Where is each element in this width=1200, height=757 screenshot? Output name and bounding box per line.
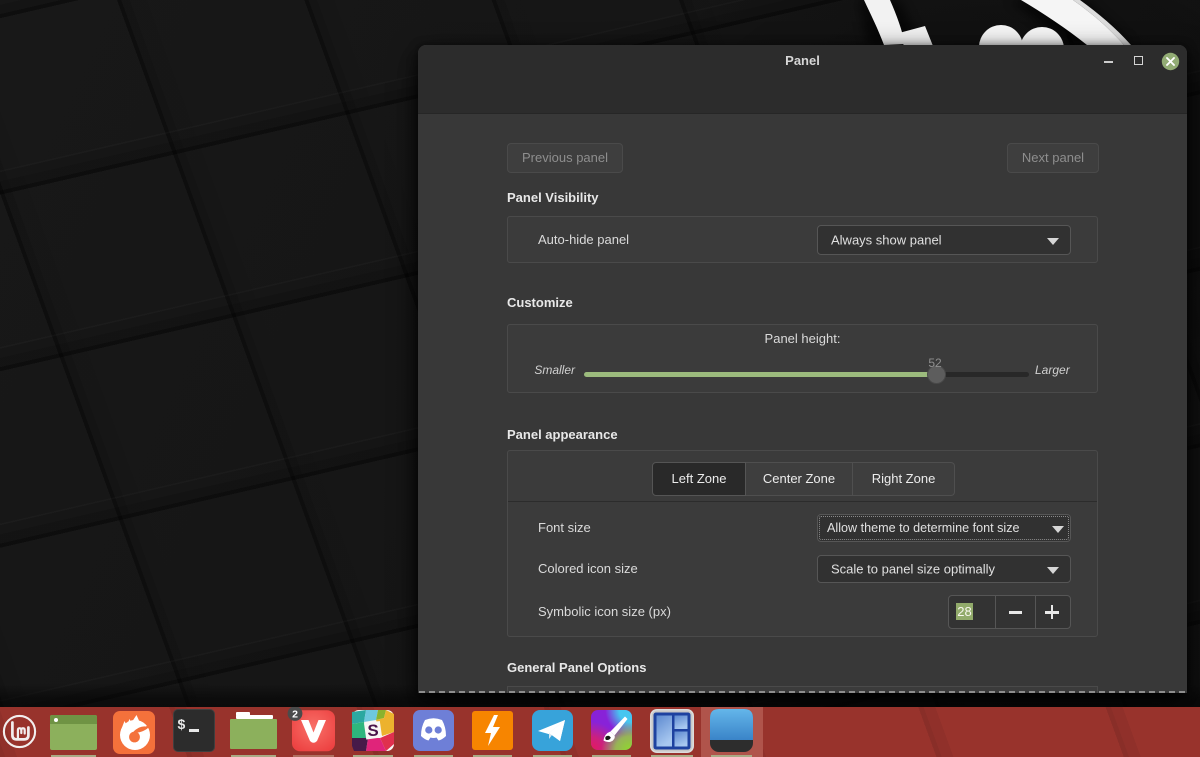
svg-text:2: 2 xyxy=(292,709,298,721)
svg-text:S: S xyxy=(367,721,378,740)
